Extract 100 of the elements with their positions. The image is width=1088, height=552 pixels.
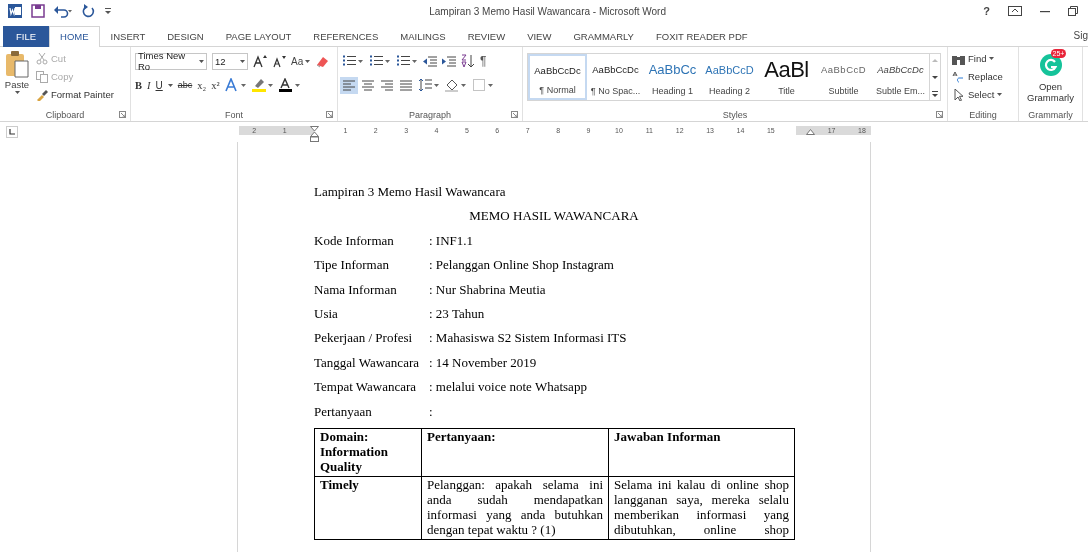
field-label: Nama Informan	[314, 281, 398, 299]
redo-icon[interactable]	[81, 4, 95, 18]
restore-icon[interactable]	[1068, 6, 1078, 16]
group-label: Paragraph	[409, 109, 451, 120]
replace-button[interactable]: Replace	[952, 69, 1003, 84]
field-value: : Nur Shabrina Meutia	[429, 281, 546, 299]
eraser-icon[interactable]	[315, 54, 330, 68]
shrink-font-icon[interactable]	[272, 54, 286, 68]
tab-stop-icon	[9, 129, 15, 135]
style-item[interactable]: AaBbCcDc ¶ No Spac...	[587, 54, 644, 100]
window-title: Lampiran 3 Memo Hasil Wawancara - Microsoft Word	[428, 5, 667, 17]
caret-icon	[240, 59, 245, 63]
help-button[interactable]: ?	[983, 5, 990, 17]
field-value: : INF1.1	[429, 232, 474, 250]
format-button[interactable]: I	[147, 79, 151, 91]
shading-icon[interactable]	[445, 78, 467, 92]
paste-button[interactable]: Paste	[4, 50, 30, 108]
more-styles-icon[interactable]	[930, 90, 940, 98]
show-formatting-button[interactable]: ¶	[480, 54, 487, 68]
format-button[interactable]: U	[155, 79, 163, 91]
table-cell: Selama ini kalau di online shop langganan saya, mereka selalu memberikan informasi yang dibutuhkan, online shop	[608, 476, 795, 540]
style-item[interactable]: AaBbCcD Subtitle	[815, 54, 872, 100]
dialog-launcher-icon[interactable]	[326, 111, 333, 118]
clipboard-icon	[5, 50, 29, 78]
field-label: Tanggal Wawancara	[314, 354, 420, 372]
style-item[interactable]: AaBbCcD Heading 2	[701, 54, 758, 100]
scissors-icon	[36, 52, 48, 65]
font-name-field[interactable]: Times New Ro	[135, 52, 207, 70]
sign-in-link[interactable]: Sig	[1073, 26, 1088, 46]
customize-icon[interactable]	[104, 7, 112, 15]
field-value: :	[429, 403, 433, 421]
dialog-launcher-icon[interactable]	[936, 111, 943, 118]
ribbon-tab[interactable]: REFERENCES	[302, 26, 390, 47]
ribbon-tab[interactable]: DESIGN	[156, 26, 215, 47]
document-text: Lampiran 3 Memo Hasil Wawancara	[314, 184, 507, 201]
dialog-launcher-icon[interactable]	[511, 111, 518, 118]
style-item[interactable]: AaBl Title	[758, 54, 815, 100]
caret-icon	[167, 83, 173, 87]
align-right-icon[interactable]	[380, 78, 394, 92]
increase-indent-icon[interactable]	[442, 54, 456, 68]
format-button[interactable]: x²	[211, 79, 220, 91]
style-item[interactable]: AaBbCcDc Subtle Em...	[872, 54, 929, 100]
field-value: : melalui voice note Whatsapp	[429, 379, 587, 397]
paintbrush-icon	[36, 88, 48, 101]
justify-icon[interactable]	[399, 78, 413, 92]
text-effects-icon[interactable]	[224, 78, 247, 92]
field-label: Pertanyaan	[314, 403, 373, 421]
ribbon-tab[interactable]: INSERT	[99, 26, 157, 47]
document-title: MEMO HASIL WAWANCARA	[468, 208, 640, 226]
ribbon-tab[interactable]: REVIEW	[456, 26, 517, 47]
caret-icon	[989, 57, 995, 60]
sort-icon[interactable]	[461, 54, 475, 68]
line-spacing-icon[interactable]	[418, 78, 440, 92]
group-label: Clipboard	[45, 109, 85, 120]
style-item[interactable]: AaBbCcDc ¶ Normal	[528, 54, 587, 100]
word-logo-icon[interactable]	[8, 4, 22, 18]
field-label: Kode Informan	[314, 232, 395, 250]
format-button[interactable]: x₂	[197, 79, 207, 91]
group-label: Styles	[722, 109, 748, 120]
indent-marker-icon[interactable]	[310, 126, 320, 142]
grammarly-icon	[1039, 54, 1062, 76]
caret-icon	[305, 59, 311, 63]
borders-icon[interactable]	[472, 78, 494, 92]
field-label: Pekerjaan / Profesi	[314, 330, 414, 348]
find-button[interactable]: Find	[952, 51, 1003, 66]
undo-icon[interactable]	[54, 4, 72, 18]
change-case-button[interactable]: Aa	[291, 55, 311, 67]
ribbon-tab[interactable]: FOXIT READER PDF	[644, 26, 759, 47]
tab-selector[interactable]	[6, 126, 18, 138]
grow-font-icon[interactable]	[253, 54, 267, 68]
right-indent-marker-icon[interactable]	[805, 129, 815, 135]
font-size-field[interactable]: 12	[212, 52, 248, 70]
numbering-icon[interactable]	[369, 54, 391, 68]
ribbon-tab[interactable]: VIEW	[516, 26, 563, 47]
ribbon-tab[interactable]: MAILINGS	[389, 26, 457, 47]
multilevel-list-icon[interactable]	[396, 54, 418, 68]
highlighter-icon[interactable]	[251, 78, 274, 92]
align-center-icon[interactable]	[361, 78, 375, 92]
decrease-indent-icon[interactable]	[423, 54, 437, 68]
format-button[interactable]: abc	[177, 80, 193, 90]
dialog-launcher-icon[interactable]	[119, 111, 126, 118]
style-item[interactable]: AaBbCc Heading 1	[644, 54, 701, 100]
replace-icon	[952, 70, 965, 83]
field-value: : Mahasiswa S2 Sistem Informasi ITS	[429, 330, 627, 348]
ribbon-display-icon[interactable]	[1008, 6, 1022, 16]
format-painter-button[interactable]: Format Painter	[36, 87, 114, 102]
field-value: : Pelanggan Online Shop Instagram	[429, 257, 614, 275]
file-tab[interactable]: FILE	[3, 26, 50, 47]
format-button[interactable]: B	[135, 79, 142, 91]
ribbon-tab[interactable]: HOME	[49, 26, 100, 47]
bullets-icon[interactable]	[342, 54, 364, 68]
ribbon-tab[interactable]: GRAMMARLY	[562, 26, 645, 47]
cursor-icon	[952, 88, 965, 101]
select-button[interactable]: Select	[952, 87, 1003, 102]
ribbon-tab[interactable]: PAGE LAYOUT	[214, 26, 303, 47]
font-color-icon[interactable]	[278, 78, 301, 92]
copy-icon	[36, 70, 48, 83]
scroll-down-icon[interactable]	[930, 73, 940, 81]
field-label: Tempat Wawancara	[314, 379, 418, 397]
save-icon[interactable]	[31, 4, 45, 18]
